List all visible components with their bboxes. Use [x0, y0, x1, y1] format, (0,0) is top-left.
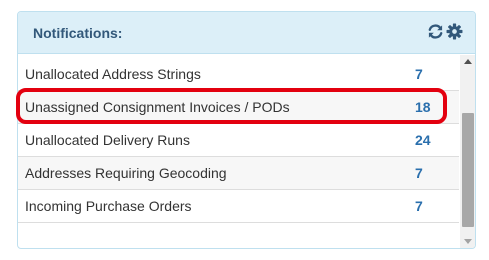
scroll-down-arrow-icon[interactable]	[460, 234, 475, 248]
header-icons	[427, 23, 463, 40]
scrollbar-thumb[interactable]	[462, 113, 474, 227]
notification-count[interactable]: 24	[415, 132, 431, 148]
notifications-list: Unallocated Address Strings 7 Unassigned…	[18, 58, 459, 223]
scrollbar[interactable]	[460, 55, 475, 248]
list-item[interactable]: Unallocated Address Strings 7	[18, 58, 459, 91]
list-item[interactable]: Unallocated Delivery Runs 24	[18, 124, 459, 157]
notification-label[interactable]: Unallocated Delivery Runs	[25, 132, 190, 148]
notification-count[interactable]: 7	[415, 165, 423, 181]
panel-title: Notifications:	[33, 25, 123, 41]
notification-label[interactable]: Unassigned Consignment Invoices / PODs	[25, 99, 290, 115]
refresh-icon[interactable]	[427, 23, 444, 40]
notification-count[interactable]: 7	[415, 66, 423, 82]
notification-label[interactable]: Incoming Purchase Orders	[25, 198, 192, 214]
scroll-up-arrow-icon[interactable]	[460, 55, 475, 69]
notifications-panel: Notifications: Unallocated Address Strin…	[17, 11, 476, 249]
notification-count[interactable]: 7	[415, 198, 423, 214]
list-item[interactable]: Unassigned Consignment Invoices / PODs 1…	[18, 91, 459, 124]
notification-label[interactable]: Unallocated Address Strings	[25, 66, 201, 82]
notification-label[interactable]: Addresses Requiring Geocoding	[25, 165, 227, 181]
panel-header: Notifications:	[18, 12, 475, 54]
notification-count[interactable]: 18	[415, 99, 431, 115]
gear-icon[interactable]	[446, 23, 463, 40]
list-item[interactable]: Incoming Purchase Orders 7	[18, 190, 459, 223]
list-item[interactable]: Addresses Requiring Geocoding 7	[18, 157, 459, 190]
